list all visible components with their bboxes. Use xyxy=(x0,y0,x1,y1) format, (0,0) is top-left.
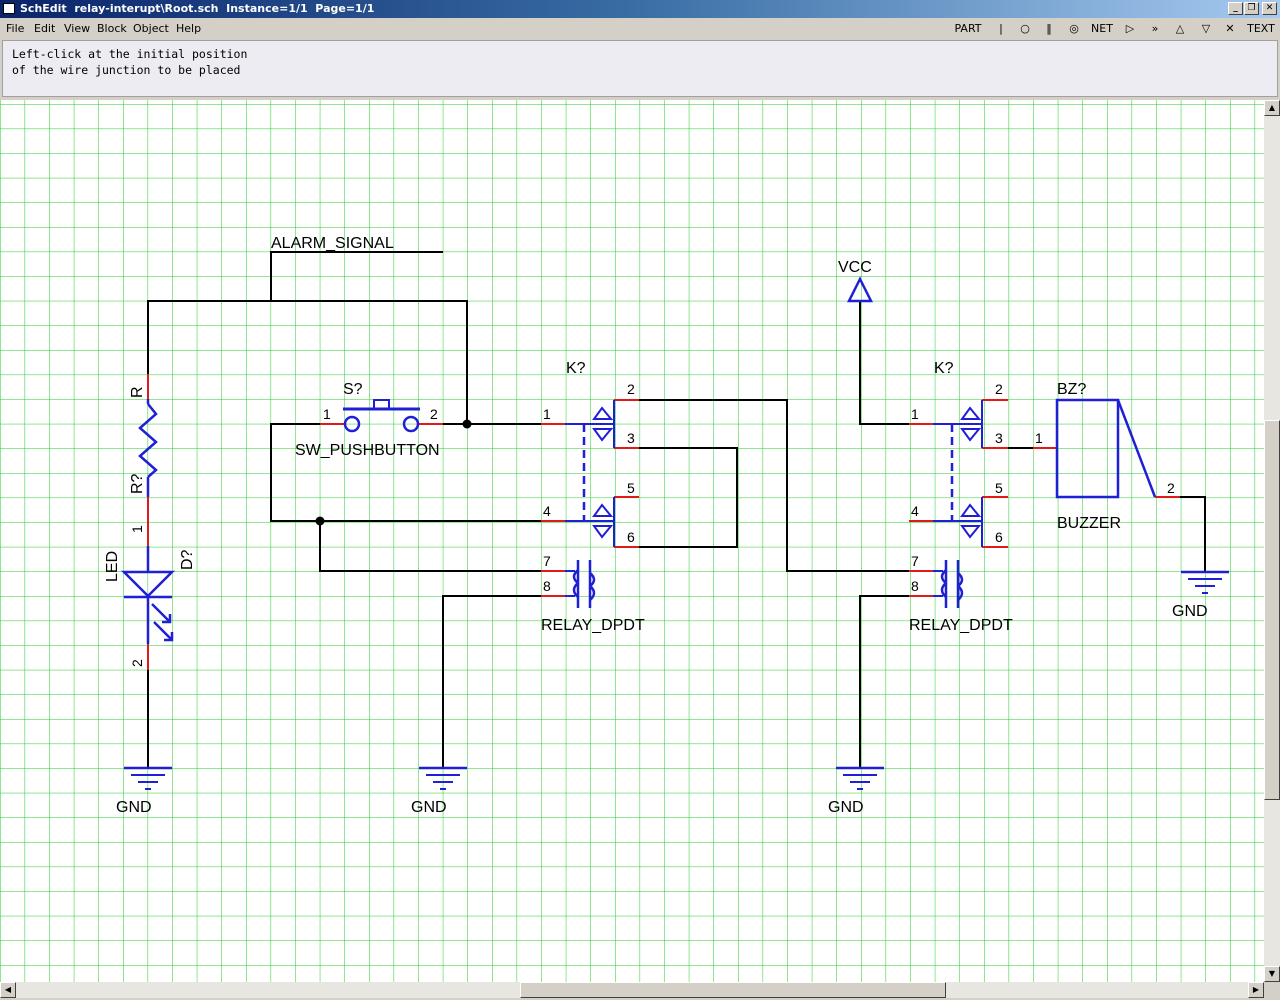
switch-value: SW_PUSHBUTTON xyxy=(295,442,440,459)
relay1-ref: K? xyxy=(566,360,586,377)
switch-pin1: 1 xyxy=(323,406,331,422)
net-label-alarm-signal[interactable]: ALARM_SIGNAL xyxy=(271,235,394,252)
vertical-scroll-thumb[interactable] xyxy=(1264,420,1280,800)
relay1-pin7: 7 xyxy=(543,553,551,569)
scroll-left-icon[interactable]: ◀ xyxy=(0,982,16,998)
relay2-pin7: 7 xyxy=(911,553,919,569)
resistor-ref: R? xyxy=(129,473,146,494)
status-panel: Left-click at the initial position of th… xyxy=(2,40,1278,97)
close-button[interactable]: ✕ xyxy=(1262,2,1277,15)
port-icon[interactable]: ▷ xyxy=(1122,21,1138,36)
switch-pin2: 2 xyxy=(430,406,438,422)
vcc-label: VCC xyxy=(838,259,872,276)
relay1-pin4: 4 xyxy=(543,503,551,519)
menu-object[interactable]: Object xyxy=(133,22,169,35)
offpage-icon[interactable]: » xyxy=(1146,21,1164,36)
window-title: SchEdit relay-interupt\Root.sch Instance… xyxy=(20,2,375,15)
relay1-pin1: 1 xyxy=(543,406,551,422)
relay2-pin2: 2 xyxy=(995,381,1003,397)
relay2-pin6: 6 xyxy=(995,529,1003,545)
vcc-icon[interactable]: △ xyxy=(1172,21,1188,36)
text-button[interactable]: TEXT xyxy=(1246,21,1276,36)
horizontal-scroll-thumb[interactable] xyxy=(520,982,946,998)
resistor-value: R xyxy=(129,386,146,398)
relay2-ref: K? xyxy=(934,360,954,377)
menu-help[interactable]: Help xyxy=(176,22,201,35)
gnd-label: GND xyxy=(116,799,152,816)
menu-view[interactable]: View xyxy=(64,22,90,35)
relay1-pin3: 3 xyxy=(627,430,635,446)
scroll-up-icon[interactable]: ▲ xyxy=(1264,100,1280,116)
relay1-pin6: 6 xyxy=(627,529,635,545)
gnd-label: GND xyxy=(1172,603,1208,620)
gnd-label: GND xyxy=(411,799,447,816)
horizontal-scrollbar[interactable]: ◀ ▶ xyxy=(0,982,1264,998)
relay1-value: RELAY_DPDT xyxy=(541,617,645,634)
status-message: Left-click at the initial position of th… xyxy=(12,47,248,77)
relay2-pin5: 5 xyxy=(995,480,1003,496)
wire-icon[interactable]: | xyxy=(994,21,1008,36)
switch-ref: S? xyxy=(343,381,363,398)
noconnect-icon[interactable]: ✕ xyxy=(1222,21,1238,36)
minimize-button[interactable]: _ xyxy=(1228,2,1243,15)
app-icon xyxy=(3,3,15,14)
relay1-pin8: 8 xyxy=(543,578,551,594)
scroll-right-icon[interactable]: ▶ xyxy=(1248,982,1264,998)
bus-icon[interactable]: ‖ xyxy=(1042,21,1056,36)
relay2-pin4: 4 xyxy=(911,503,919,519)
buzzer-value: BUZZER xyxy=(1057,515,1121,532)
led-pin1: 1 xyxy=(129,525,145,533)
menu-bar: File Edit View Block Object Help PART | … xyxy=(0,18,1280,39)
menu-file[interactable]: File xyxy=(6,22,24,35)
power-icon[interactable]: ◎ xyxy=(1066,21,1082,36)
led-value: LED xyxy=(104,551,121,582)
led-pin2: 2 xyxy=(129,659,145,667)
junction-dot xyxy=(315,516,325,526)
relay2-pin3: 3 xyxy=(995,430,1003,446)
gnd-icon[interactable]: ▽ xyxy=(1198,21,1214,36)
buzzer-pin1: 1 xyxy=(1035,430,1043,446)
relay1-pin2: 2 xyxy=(627,381,635,397)
relay1-pin5: 5 xyxy=(627,480,635,496)
title-bar: SchEdit relay-interupt\Root.sch Instance… xyxy=(0,0,1280,18)
menu-edit[interactable]: Edit xyxy=(34,22,55,35)
junction-icon[interactable]: ○ xyxy=(1018,21,1032,36)
buzzer-ref: BZ? xyxy=(1057,381,1086,398)
led-ref: D? xyxy=(179,549,196,570)
restore-button[interactable]: ❐ xyxy=(1244,2,1259,15)
junction-dot xyxy=(462,419,472,429)
schematic-canvas[interactable]: ALARM_SIGNAL R R? 1 2 LED D? S? 1 2 SW_P… xyxy=(0,100,1264,982)
menu-block[interactable]: Block xyxy=(97,22,127,35)
scrollbar-corner xyxy=(1264,982,1280,1000)
relay2-pin8: 8 xyxy=(911,578,919,594)
part-button[interactable]: PART xyxy=(952,21,984,36)
buzzer-pin2: 2 xyxy=(1167,480,1175,496)
vertical-scrollbar[interactable]: ▲ ▼ xyxy=(1264,100,1280,982)
relay2-value: RELAY_DPDT xyxy=(909,617,1013,634)
gnd-label: GND xyxy=(828,799,864,816)
scroll-down-icon[interactable]: ▼ xyxy=(1264,966,1280,982)
relay2-pin1: 1 xyxy=(911,406,919,422)
net-button[interactable]: NET xyxy=(1088,21,1116,36)
